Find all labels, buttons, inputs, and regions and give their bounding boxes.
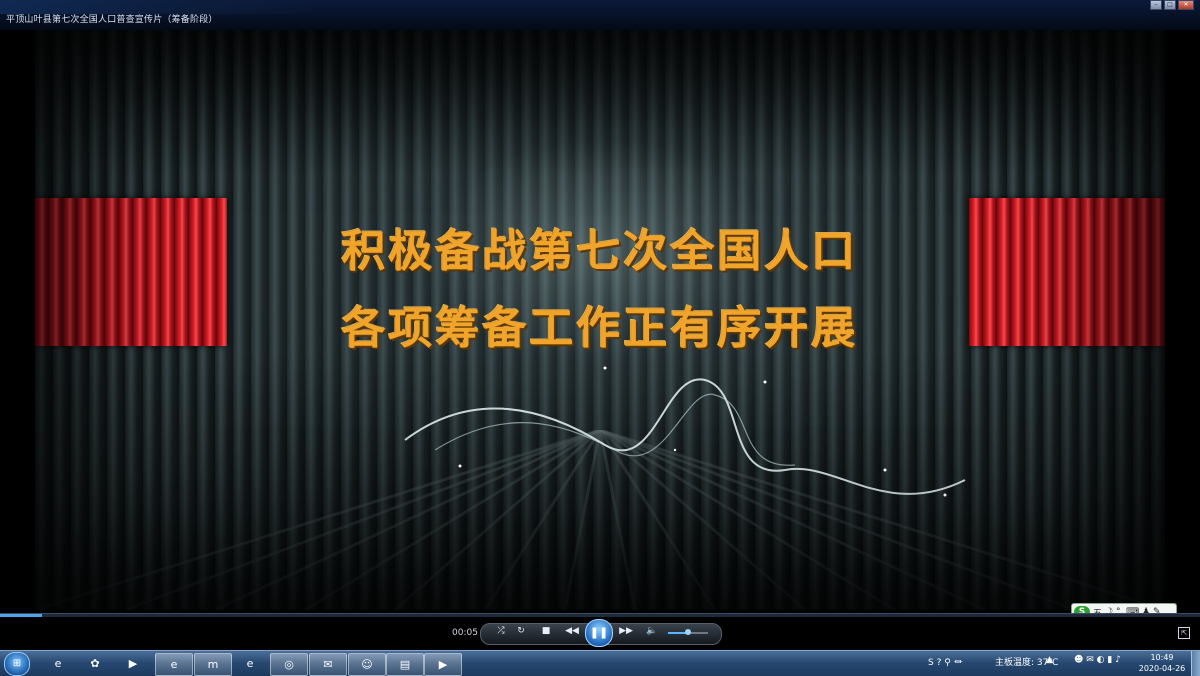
maximize-button[interactable]: □ (1164, 0, 1176, 10)
start-button[interactable]: ⊞ (4, 652, 30, 676)
repeat-icon[interactable]: ↻ (514, 626, 528, 636)
file-explorer-icon[interactable]: ▤ (386, 653, 424, 676)
volume-knob[interactable] (685, 629, 691, 635)
rewind-button[interactable]: ◀◀ (563, 626, 581, 636)
clock-date: 2020-04-26 (1138, 664, 1186, 673)
close-button[interactable]: ✕ (1178, 0, 1194, 10)
tray-icons-left[interactable]: S ? ⚲ ⏛ (928, 655, 963, 668)
volume-slider[interactable] (668, 629, 708, 635)
shuffle-icon[interactable]: ⤮ (494, 626, 508, 636)
window-title: 平顶山叶县第七次全国人口普查宣传片（筹备阶段） (6, 15, 218, 25)
elapsed-time: 00:05 (452, 628, 478, 638)
video-frame: 积极备战第七次全国人口 各项筹备工作正有序开展 (35, 30, 1165, 610)
window-controls: – □ ✕ (1150, 0, 1194, 10)
tray-icons-right[interactable]: ☻ ✉ ◐ ▮ ♪ (1074, 655, 1121, 665)
volume-icon[interactable]: 🔈 (645, 626, 659, 636)
ie-icon[interactable]: e (40, 653, 76, 674)
background-tabs-strip (0, 0, 320, 14)
maxthon-icon[interactable]: m (194, 653, 232, 676)
minimize-button[interactable]: – (1150, 0, 1162, 10)
stage-vignette (35, 30, 1165, 610)
baidu-netdisk-icon[interactable]: ✿ (77, 653, 113, 674)
stop-button[interactable]: ■ (539, 626, 553, 636)
360-browser-icon[interactable]: e (155, 653, 193, 676)
fullscreen-icon[interactable]: ⇱ (1178, 627, 1190, 639)
player-controls: 00:05 ⤮ ↻ ■ ◀◀ ❚❚ ▶▶ 🔈 ⇱ (0, 617, 1200, 650)
fast-forward-button[interactable]: ▶▶ (617, 626, 635, 636)
system-clock[interactable]: 10:49 2020-04-26 (1138, 652, 1186, 674)
tray-caret-icon[interactable]: ▲ (1046, 655, 1053, 665)
ie-2-icon[interactable]: e (232, 653, 268, 674)
video-player-icon[interactable]: ▶ (424, 653, 462, 676)
show-desktop-button[interactable] (1191, 651, 1200, 676)
clock-time: 10:49 (1150, 653, 1174, 662)
qq-browser-icon[interactable]: ◎ (270, 653, 308, 676)
wechat-icon[interactable]: ✉ (309, 653, 347, 676)
qq-chat-icon[interactable]: ☺ (348, 653, 386, 676)
media-player-icon[interactable]: ▶ (115, 653, 151, 674)
taskbar: ⊞ e ✿ ▶ e m e ◎ ✉ ☺ ▤ ▶ S ? ⚲ ⏛ 主板温度: 37… (0, 650, 1200, 676)
pause-button[interactable]: ❚❚ (585, 619, 613, 647)
window-titlebar: 平顶山叶县第七次全国人口普查宣传片（筹备阶段） – □ ✕ (0, 0, 1200, 30)
video-viewport[interactable]: 积极备战第七次全国人口 各项筹备工作正有序开展 (0, 30, 1200, 610)
